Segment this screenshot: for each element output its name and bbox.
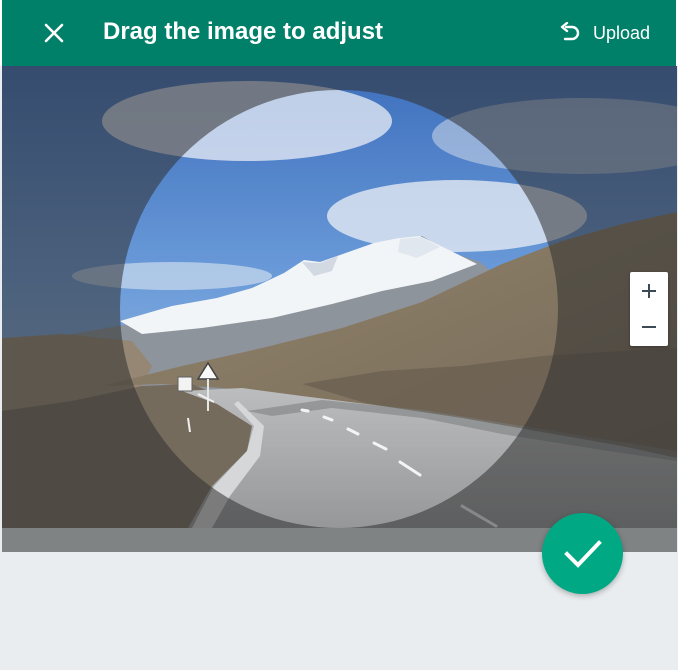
image-crop-area[interactable] <box>2 66 677 528</box>
zoom-out-button[interactable] <box>630 309 668 346</box>
photo-preview <box>2 66 677 528</box>
plus-icon <box>642 284 656 298</box>
editor-header: Drag the image to adjust Upload <box>0 0 678 66</box>
minus-icon <box>642 326 656 328</box>
page-title: Drag the image to adjust <box>103 18 384 45</box>
upload-label: Upload <box>592 23 650 43</box>
upload-button[interactable]: Upload <box>559 18 650 48</box>
zoom-controls <box>630 272 668 346</box>
profile-photo-editor: Drag the image to adjust Upload <box>0 0 678 670</box>
zoom-in-button[interactable] <box>630 272 668 309</box>
undo-arrow-icon <box>560 22 580 41</box>
close-icon <box>44 23 64 43</box>
confirm-button[interactable] <box>542 513 623 594</box>
close-button[interactable] <box>38 18 70 48</box>
checkmark-icon <box>564 540 602 568</box>
